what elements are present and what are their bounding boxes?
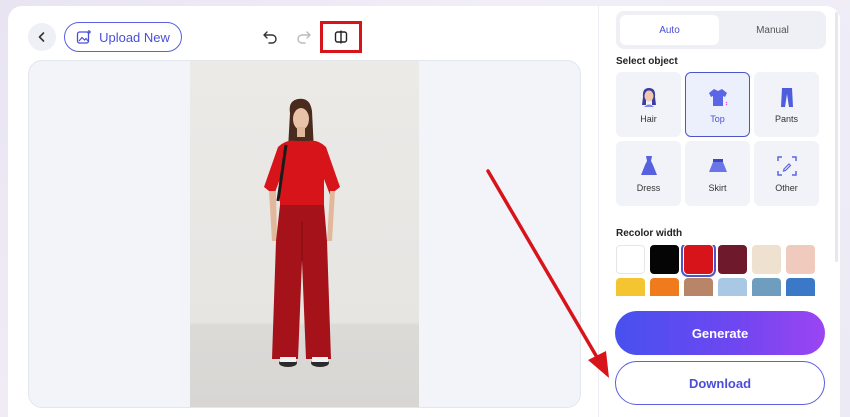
color-swatch[interactable]	[616, 245, 645, 274]
image-canvas	[28, 60, 581, 408]
pants-icon	[780, 88, 793, 107]
settings-panel: Auto Manual Select object Hair Top Pants…	[598, 6, 840, 417]
redo-button[interactable]	[292, 25, 316, 49]
color-swatch[interactable]	[616, 278, 645, 296]
other-icon	[776, 156, 797, 176]
object-dress[interactable]: Dress	[616, 141, 681, 206]
skirt-icon	[708, 159, 727, 172]
color-swatch[interactable]	[718, 245, 747, 274]
color-swatch[interactable]	[752, 245, 781, 274]
color-swatches	[616, 245, 816, 296]
compare-button[interactable]	[320, 21, 362, 53]
color-swatch[interactable]	[752, 278, 781, 296]
color-swatch[interactable]	[650, 278, 679, 296]
tab-manual-label: Manual	[756, 24, 789, 36]
object-grid: Hair Top Pants Dress Skirt Other	[616, 72, 822, 206]
object-other-label: Other	[775, 183, 798, 193]
generate-button[interactable]: Generate	[615, 311, 825, 355]
object-pants-label: Pants	[774, 114, 798, 124]
color-swatch[interactable]	[681, 245, 716, 277]
color-swatch[interactable]	[650, 245, 679, 274]
back-icon	[38, 32, 45, 42]
color-swatch[interactable]	[684, 278, 713, 296]
image-upload-icon	[76, 30, 92, 44]
object-pants[interactable]: Pants	[754, 72, 819, 137]
tab-auto-label: Auto	[659, 24, 680, 36]
select-object-title: Select object	[616, 56, 678, 67]
upload-new-button[interactable]: Upload New	[64, 22, 182, 52]
generate-label: Generate	[691, 325, 749, 341]
undo-icon	[263, 31, 277, 44]
compare-icon	[334, 30, 348, 44]
object-skirt-label: Skirt	[708, 183, 727, 193]
back-button[interactable]	[28, 23, 56, 51]
color-swatch[interactable]	[786, 278, 815, 296]
model-photo	[190, 61, 419, 407]
color-swatch[interactable]	[718, 278, 747, 296]
download-button[interactable]: Download	[615, 361, 825, 405]
recolor-title: Recolor width	[616, 228, 683, 239]
download-label: Download	[688, 375, 752, 391]
upload-new-label: Upload New	[99, 29, 170, 45]
object-top[interactable]: Top	[685, 72, 750, 137]
top-icon	[708, 89, 727, 106]
object-skirt[interactable]: Skirt	[685, 141, 750, 206]
tab-auto[interactable]: Auto	[620, 15, 719, 45]
tab-manual[interactable]: Manual	[723, 15, 822, 45]
mode-tabs: Auto Manual	[616, 11, 826, 49]
panel-scrollbar[interactable]	[835, 12, 838, 262]
color-swatch[interactable]	[786, 245, 815, 274]
dress-icon	[640, 156, 657, 175]
redo-icon	[297, 31, 311, 44]
object-dress-label: Dress	[636, 183, 661, 193]
object-hair[interactable]: Hair	[616, 72, 681, 137]
app-window: Upload New Auto Manual Select object Hai…	[8, 6, 840, 417]
hair-icon	[641, 88, 656, 107]
object-hair-label: Hair	[640, 114, 657, 124]
object-other[interactable]: Other	[754, 141, 819, 206]
object-top-label: Top	[710, 114, 725, 124]
undo-button[interactable]	[258, 25, 282, 49]
